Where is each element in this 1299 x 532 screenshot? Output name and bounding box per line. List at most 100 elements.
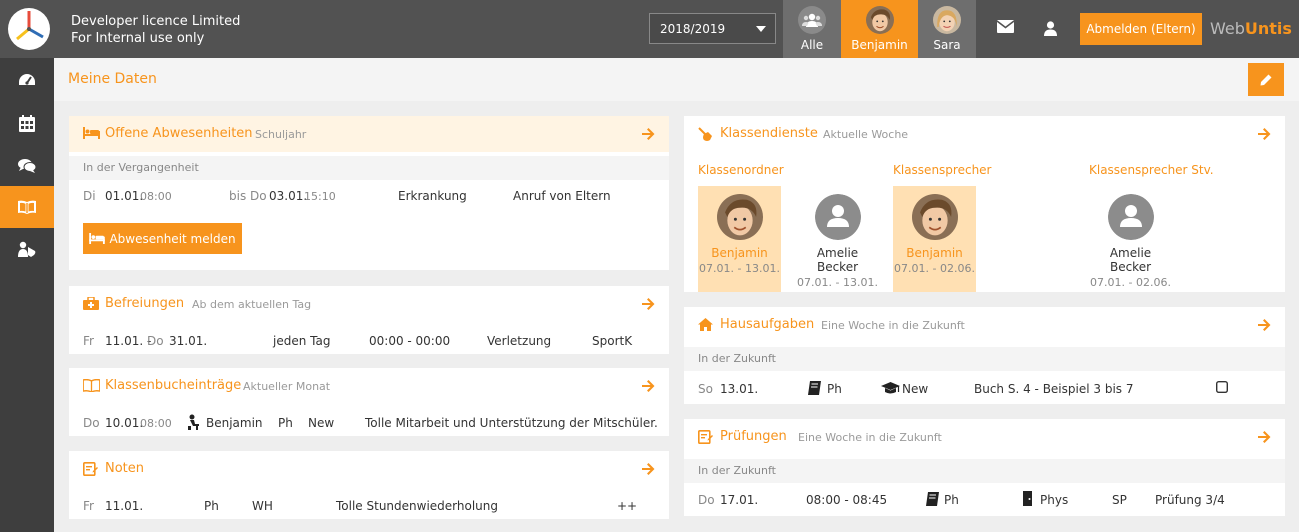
exam-subject: Ph xyxy=(944,493,959,507)
duty-person[interactable]: Benjamin 07.01. - 02.06. xyxy=(893,186,976,292)
absence-note: Anruf von Eltern xyxy=(513,189,611,203)
arrow-right-icon[interactable] xyxy=(641,379,655,393)
card-subtitle: Ab dem aktuellen Tag xyxy=(192,298,312,311)
exemption-frequency: jeden Tag xyxy=(273,334,331,348)
dashboard-gauge-icon xyxy=(18,73,36,89)
bed-icon xyxy=(89,233,106,244)
school-year-select[interactable]: 2018/2019 xyxy=(649,13,776,44)
person-tab-alle[interactable]: Alle xyxy=(783,0,841,58)
table-row[interactable]: Do 10.01. 08:00 Benjamin Ph New Tolle Mi… xyxy=(69,407,669,437)
exam-room: Phys xyxy=(1040,493,1069,507)
duty-person[interactable]: Benjamin 07.01. - 13.01. xyxy=(698,186,781,292)
student-photo xyxy=(717,194,763,240)
homework-date: 13.01. xyxy=(720,382,759,396)
grade-text: Tolle Stundenwiederholung xyxy=(336,499,498,513)
user-profile-icon[interactable] xyxy=(1044,21,1057,36)
duty-person-dates: 07.01. - 02.06. xyxy=(1090,276,1171,289)
brand-part-2: Untis xyxy=(1244,19,1292,38)
open-book-icon xyxy=(18,200,36,214)
sidebar xyxy=(0,58,54,532)
exam-teacher: SP xyxy=(1112,493,1127,507)
table-row[interactable]: So 13.01. Ph New Buch S. 4 - Beispiel 3 … xyxy=(684,373,1285,403)
contact-hours-icon xyxy=(18,241,36,258)
card-header: Klassendienste Aktuelle Woche xyxy=(684,116,1285,152)
card-title: Klassenbucheinträge xyxy=(105,378,242,393)
sidebar-item-dashboard[interactable] xyxy=(0,60,54,102)
arrow-right-icon[interactable] xyxy=(1257,430,1271,444)
entry-text: Tolle Mitarbeit und Unterstützung der Mi… xyxy=(365,416,658,430)
user-placeholder-icon xyxy=(815,194,861,240)
envelope-icon[interactable] xyxy=(997,20,1014,33)
report-absence-label: Abwesenheit melden xyxy=(109,231,236,246)
card-header: Hausaufgaben Eine Woche in die Zukunft xyxy=(684,307,1285,343)
person-tab-label: Alle xyxy=(800,38,824,52)
table-row[interactable]: Di 01.01. 08:00 bis Do 03.01. 15:10 Erkr… xyxy=(69,180,669,210)
webuntis-brand: WebUntis xyxy=(1210,19,1292,38)
duty-person-dates: 07.01. - 02.06. xyxy=(894,262,975,275)
exam-name: Prüfung 3/4 xyxy=(1155,493,1225,507)
arrow-right-icon[interactable] xyxy=(1257,318,1271,332)
from-date: 01.01. xyxy=(105,189,144,203)
subject-book-icon xyxy=(926,492,939,506)
absence-reason: Erkrankung xyxy=(398,189,467,203)
to-day: bis Do xyxy=(229,189,267,203)
card-subtitle: Aktueller Monat xyxy=(243,380,331,393)
grade-value: ++ xyxy=(617,499,638,513)
sidebar-item-contact-hours[interactable] xyxy=(0,228,54,270)
sidebar-item-timetable[interactable] xyxy=(0,102,54,144)
edit-button[interactable] xyxy=(1248,63,1284,96)
card-subtitle: Eine Woche in die Zukunft xyxy=(821,319,965,332)
card-header: Offene Abwesenheiten Schuljahr xyxy=(69,116,669,152)
edit-note-icon xyxy=(83,462,98,476)
logout-button[interactable]: Abmelden (Eltern) xyxy=(1080,13,1202,45)
homework-text: Buch S. 4 - Beispiel 3 bis 7 xyxy=(974,382,1134,396)
from-time: 08:00 xyxy=(140,190,172,203)
table-row[interactable]: Fr 11.01. - Do 31.01. jeden Tag 00:00 - … xyxy=(69,325,669,355)
duty-person-name: Amelie Becker xyxy=(816,246,859,274)
card-header: Prüfungen Eine Woche in die Zukunft xyxy=(684,419,1285,455)
open-book-icon xyxy=(83,379,100,392)
sidebar-item-my-data[interactable] xyxy=(0,186,54,228)
duty-person[interactable]: Amelie Becker 07.01. - 02.06. xyxy=(1089,186,1172,292)
page-title: Meine Daten xyxy=(68,71,157,87)
subject-book-icon xyxy=(808,381,821,395)
card-subtitle: Aktuelle Woche xyxy=(823,128,909,141)
duty-person-name: Amelie Becker xyxy=(1109,246,1152,274)
sidebar-item-messages[interactable] xyxy=(0,144,54,186)
page-header: Meine Daten xyxy=(54,58,1299,101)
clock-logo-icon[interactable] xyxy=(0,0,58,58)
person-tab-sara[interactable]: Sara xyxy=(918,0,976,58)
brand-part-1: Web xyxy=(1210,19,1245,38)
top-bar: Developer licence Limited For Internal u… xyxy=(0,0,1299,58)
to-date: 03.01. xyxy=(269,189,308,203)
to-day: Do xyxy=(147,334,164,348)
arrow-right-icon[interactable] xyxy=(641,462,655,476)
card-header: Klassenbucheinträge Aktueller Monat xyxy=(69,368,669,404)
home-icon xyxy=(698,318,713,331)
homework-subject: Ph xyxy=(827,382,842,396)
card-title: Prüfungen xyxy=(720,429,787,444)
arrow-right-icon[interactable] xyxy=(641,127,655,141)
duty-role-label: Klassensprecher Stv. xyxy=(1089,163,1214,177)
report-absence-button[interactable]: Abwesenheit melden xyxy=(83,223,242,254)
person-tab-benjamin[interactable]: Benjamin xyxy=(841,0,918,58)
to-date: 31.01. xyxy=(169,334,208,348)
person-tab-label: Benjamin xyxy=(851,38,908,52)
homework-done-checkbox[interactable] xyxy=(1216,381,1228,393)
group-icon xyxy=(798,6,826,34)
duty-role-label: Klassensprecher xyxy=(893,163,992,177)
homework-teacher: New xyxy=(902,382,929,396)
card-subtitle: Schuljahr xyxy=(255,128,307,141)
section-label: In der Vergangenheit xyxy=(69,156,669,180)
table-row[interactable]: Do 17.01. 08:00 - 08:45 Ph Phys SP Prüfu… xyxy=(684,484,1285,514)
arrow-right-icon[interactable] xyxy=(1257,127,1271,141)
duty-person[interactable]: Amelie Becker 07.01. - 13.01. xyxy=(796,186,879,292)
bed-icon xyxy=(83,127,100,139)
entry-teacher: New xyxy=(308,416,335,430)
chevron-down-icon xyxy=(756,26,766,32)
duty-person-name: Benjamin xyxy=(906,246,963,260)
table-row[interactable]: Fr 11.01. Ph WH Tolle Stundenwiederholun… xyxy=(69,490,669,520)
card-class-duties: Klassendienste Aktuelle Woche Klassenord… xyxy=(684,116,1285,292)
grade-day: Fr xyxy=(83,499,94,513)
arrow-right-icon[interactable] xyxy=(641,297,655,311)
